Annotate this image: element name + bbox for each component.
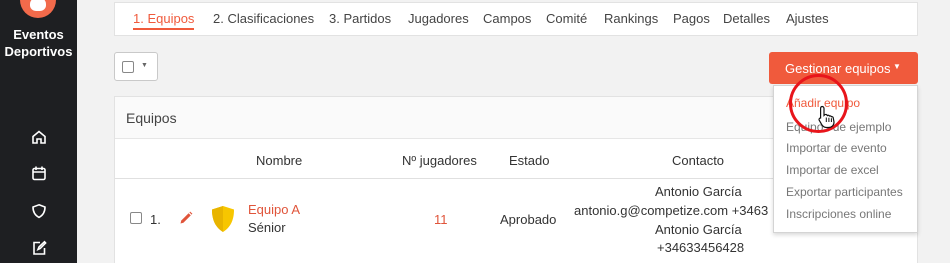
manage-teams-label: Gestionar equipos — [785, 61, 891, 76]
tab-jugadores[interactable]: Jugadores — [408, 11, 469, 26]
home-icon[interactable] — [29, 127, 49, 147]
row-index: 1. — [150, 212, 161, 227]
pencil-icon[interactable] — [179, 211, 193, 230]
brand-line-2: Deportivos — [4, 44, 73, 59]
column-header-estado[interactable]: Estado — [509, 153, 549, 168]
shield-icon[interactable] — [29, 201, 49, 221]
brand-line-1: Eventos — [13, 27, 64, 42]
team-category: Sénior — [248, 220, 286, 235]
select-all-checkbox[interactable] — [122, 61, 134, 73]
row-checkbox[interactable] — [130, 212, 142, 224]
sidebar: Eventos Deportivos — [0, 0, 77, 263]
tab-rankings[interactable]: Rankings — [604, 11, 658, 26]
column-header-jugadores[interactable]: Nº jugadores — [402, 153, 477, 168]
brand-logo[interactable] — [20, 0, 56, 18]
calendar-icon[interactable] — [29, 163, 49, 183]
manage-teams-button[interactable]: Gestionar equipos ▼ — [769, 52, 918, 84]
contact-name: Antonio García — [655, 184, 742, 199]
caret-down-icon: ▼ — [893, 62, 901, 71]
column-header-nombre[interactable]: Nombre — [256, 153, 302, 168]
edit-icon[interactable] — [29, 238, 49, 258]
status-text: Aprobado — [500, 212, 557, 227]
player-count: 11 — [434, 212, 448, 227]
panel-title: Equipos — [126, 110, 177, 126]
tab-clasificaciones[interactable]: 2. Clasificaciones — [213, 11, 314, 26]
team-name-link[interactable]: Equipo A — [248, 202, 300, 217]
tab-pagos[interactable]: Pagos — [673, 11, 710, 26]
contact-name: Antonio García — [655, 222, 742, 237]
tab-detalles[interactable]: Detalles — [723, 11, 770, 26]
menu-item-import-excel[interactable]: Importar de excel — [786, 163, 879, 177]
tab-ajustes[interactable]: Ajustes — [786, 11, 829, 26]
tab-campos[interactable]: Campos — [483, 11, 531, 26]
select-all-dropdown[interactable]: ▼ — [114, 52, 158, 81]
contact-email: antonio.g@competize.com +3463 — [574, 203, 769, 218]
hand-cursor-icon — [817, 105, 837, 134]
team-shield-icon — [211, 205, 235, 238]
tab-bar: 1. Equipos 2. Clasificaciones 3. Partido… — [114, 2, 918, 36]
menu-item-import-event[interactable]: Importar de evento — [786, 141, 887, 155]
tab-equipos[interactable]: 1. Equipos — [133, 11, 195, 30]
caret-down-icon: ▼ — [141, 62, 148, 69]
menu-item-export-participants[interactable]: Exportar participantes — [786, 185, 903, 199]
column-header-contacto[interactable]: Contacto — [672, 153, 724, 168]
brand-name: Eventos Deportivos — [0, 26, 77, 60]
tab-partidos[interactable]: 3. Partidos — [329, 11, 391, 26]
tab-comite[interactable]: Comité — [546, 11, 587, 26]
menu-item-online-registration[interactable]: Inscripciones online — [786, 207, 891, 221]
contact-phone: +34633456428 — [657, 240, 745, 255]
